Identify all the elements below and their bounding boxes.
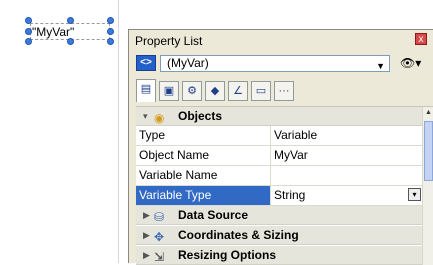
expand-icon[interactable]: ▶ xyxy=(143,206,150,224)
property-name: Variable Type xyxy=(139,188,212,202)
canvas-edge xyxy=(118,0,119,263)
property-row[interactable]: Object Name MyVar xyxy=(136,146,423,166)
resize-handle-nw[interactable] xyxy=(25,17,32,24)
more-icon[interactable]: ··· xyxy=(274,81,294,101)
column-divider xyxy=(270,126,271,145)
resize-handle-se[interactable] xyxy=(107,38,114,45)
chart-icon[interactable]: ∠ xyxy=(228,81,248,101)
database-icon: ⛁ xyxy=(154,210,165,224)
property-name: Type xyxy=(139,128,166,142)
property-value: Variable xyxy=(274,128,318,142)
property-tabs: ▤ ▣ ⚙ ◆ ∠ ▭ ··· xyxy=(136,79,297,104)
appearance-icon[interactable]: ▣ xyxy=(159,81,179,101)
object-selector-dropdown[interactable]: (MyVar) ▼ xyxy=(160,55,390,72)
property-list-panel: Property List x <> (MyVar) ▼ 👁▾ ▤ ▣ ⚙ ◆ … xyxy=(128,29,433,265)
gear-icon[interactable]: ⚙ xyxy=(182,81,202,101)
scroll-up-icon[interactable]: ▲ xyxy=(423,107,433,118)
list-icon[interactable]: ▤ xyxy=(136,79,156,102)
resize-handle-s[interactable] xyxy=(67,38,74,45)
resize-icon: ⇲ xyxy=(154,250,165,264)
resize-handle-w[interactable] xyxy=(25,28,32,35)
expand-icon[interactable]: ▶ xyxy=(143,246,150,264)
shapes-icon[interactable]: ◆ xyxy=(205,81,225,101)
resize-handle-e[interactable] xyxy=(107,28,114,35)
object-selector-value: (MyVar) xyxy=(167,56,209,70)
resize-handle-n[interactable] xyxy=(67,17,74,24)
category-objects[interactable]: ▾ ◉ Objects xyxy=(136,107,423,126)
monitor-icon[interactable]: ▭ xyxy=(251,81,271,101)
resize-handle-sw[interactable] xyxy=(25,38,32,45)
category-coordinates[interactable]: ▶ ✥ Coordinates & Sizing xyxy=(136,226,423,245)
view-options-icon[interactable]: 👁▾ xyxy=(400,55,426,71)
object-type-icon: <> xyxy=(136,55,156,71)
property-grid: ▾ ◉ Objects Type Variable Object Name My… xyxy=(136,106,433,265)
property-row[interactable]: Type Variable xyxy=(136,126,423,146)
category-label: Data Source xyxy=(178,208,249,222)
panel-title: Property List xyxy=(135,34,203,48)
dropdown-button[interactable]: ▾ xyxy=(408,188,421,201)
objects-icon: ◉ xyxy=(154,111,165,125)
chevron-down-icon: ▼ xyxy=(376,61,385,71)
close-icon[interactable]: x xyxy=(415,33,427,45)
column-divider xyxy=(270,186,271,205)
property-value[interactable]: String xyxy=(274,186,305,204)
scrollbar-thumb[interactable] xyxy=(424,121,433,181)
category-label: Objects xyxy=(178,109,223,123)
property-name: Object Name xyxy=(139,148,210,162)
category-resizing[interactable]: ▶ ⇲ Resizing Options xyxy=(136,246,423,265)
vertical-scrollbar[interactable]: ▲ xyxy=(422,107,433,265)
property-row[interactable]: Variable Name xyxy=(136,166,423,186)
category-label: Coordinates & Sizing xyxy=(178,228,299,242)
column-divider xyxy=(270,146,271,165)
expand-icon[interactable]: ▶ xyxy=(143,226,150,244)
column-divider xyxy=(270,166,271,185)
resize-handle-ne[interactable] xyxy=(107,17,114,24)
category-label: Resizing Options xyxy=(178,248,277,262)
property-name: Variable Name xyxy=(139,168,218,182)
collapse-icon[interactable]: ▾ xyxy=(143,107,148,125)
property-row-selected[interactable]: Variable Type String ▾ xyxy=(136,186,423,206)
property-value[interactable]: MyVar xyxy=(274,146,308,164)
category-data-source[interactable]: ▶ ⛁ Data Source xyxy=(136,206,423,225)
coordinates-icon: ✥ xyxy=(154,230,165,244)
canvas-object-text: "MyVar" xyxy=(32,25,75,39)
